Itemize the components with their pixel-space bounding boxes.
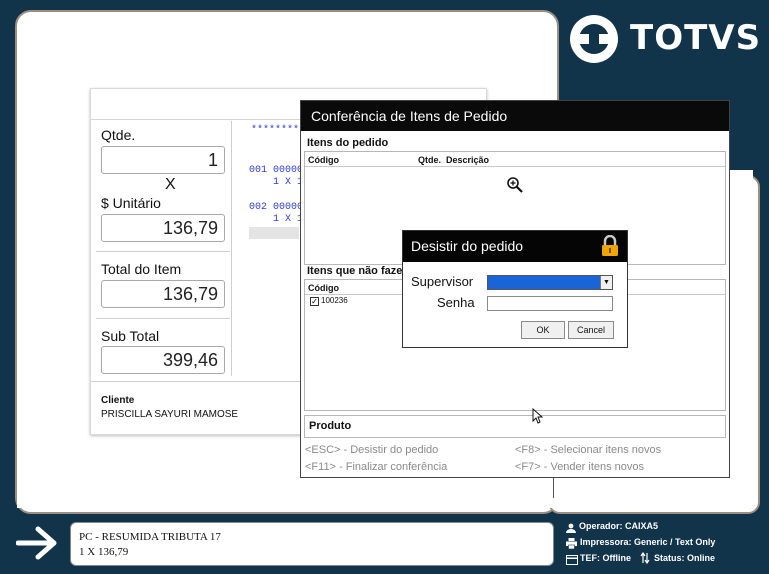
unit-price-label: $ Unitário (101, 195, 161, 211)
receipt-line: 002 00000 (249, 202, 304, 213)
column-header-codigo[interactable]: Código (308, 283, 339, 293)
itens-pedido-label: Itens do pedido (307, 137, 389, 149)
logo-text: TOTVS (630, 18, 762, 58)
zoom-icon[interactable] (506, 176, 524, 199)
mouse-cursor-icon (532, 407, 544, 429)
column-header-codigo[interactable]: Código (308, 155, 339, 165)
totvs-logo-icon (568, 13, 620, 65)
message-box: PC - RESUMIDA TRIBUTA 17 1 X 136,79 (70, 522, 554, 566)
receipt-line: 001 00000 (249, 165, 304, 176)
qtde-label: Qtde. (101, 127, 136, 143)
divider (553, 476, 554, 498)
sync-arrows-icon (640, 551, 650, 569)
senha-label: Senha (437, 295, 475, 310)
conferencia-title: Conferência de Itens de Pedido (301, 101, 729, 131)
total-item-field[interactable]: 136,79 (101, 280, 225, 308)
total-item-label: Total do Item (101, 261, 182, 277)
item-code: 100236 (321, 296, 348, 305)
card-icon (566, 552, 578, 570)
subtotal-field[interactable]: 399,46 (101, 346, 225, 374)
impressora-status: Impressora: Generic / Text Only (580, 537, 716, 547)
shortcut-f7[interactable]: <F7> - Vender itens novos (515, 461, 644, 473)
ok-button[interactable]: OK (521, 321, 565, 339)
receipt-line: 1 X 1 (273, 177, 304, 188)
checkbox-icon[interactable]: ✓ (310, 297, 319, 306)
cliente-label: Cliente (101, 395, 135, 406)
lock-icon (600, 234, 620, 262)
separator (96, 318, 230, 319)
receipt-stars: ******** (251, 125, 300, 136)
shortcut-esc[interactable]: <ESC> - Desistir do pedido (305, 444, 438, 456)
subtotal-label: Sub Total (101, 328, 160, 344)
shortcut-f11[interactable]: <F11> - Finalizar conferência (305, 461, 447, 473)
message-line-1: PC - RESUMIDA TRIBUTA 17 (79, 531, 221, 543)
column-header-descricao[interactable]: Descrição (446, 155, 489, 165)
sale-divider (231, 121, 232, 376)
senha-input[interactable] (487, 296, 613, 311)
times-sign: X (165, 176, 176, 193)
shortcut-f8[interactable]: <F8> - Selecionar itens novos (515, 444, 661, 456)
chevron-down-icon[interactable]: ▼ (600, 276, 612, 289)
receipt-selected-row (249, 227, 299, 239)
produto-box: Produto (304, 415, 726, 438)
desistir-title: Desistir do pedido (403, 231, 627, 262)
itens-nao-label: Itens que não faze (307, 265, 403, 277)
online-status: Status: Online (654, 553, 716, 563)
operador-status: Operador: CAIXA5 (579, 521, 659, 531)
tef-status: TEF: Offline (580, 553, 631, 563)
separator (96, 251, 230, 252)
qtde-field[interactable]: 1 (101, 146, 225, 174)
desistir-dialog: Desistir do pedido Supervisor ▼ Senha OK… (402, 230, 628, 348)
unit-price-field[interactable]: 136,79 (101, 214, 225, 242)
produto-label: Produto (309, 420, 352, 432)
supervisor-label: Supervisor (411, 274, 474, 289)
grid-header-line (305, 166, 725, 167)
receipt-line: 1 X 1 (273, 214, 304, 225)
cliente-value: PRISCILLA SAYURI MAMOSE (101, 409, 239, 420)
message-line-2: 1 X 136,79 (79, 546, 129, 558)
arrow-right-icon[interactable] (15, 525, 58, 566)
column-header-qtde[interactable]: Qtde. (418, 155, 441, 165)
supervisor-select[interactable]: ▼ (487, 275, 613, 290)
cancel-button[interactable]: Cancel (568, 321, 614, 339)
